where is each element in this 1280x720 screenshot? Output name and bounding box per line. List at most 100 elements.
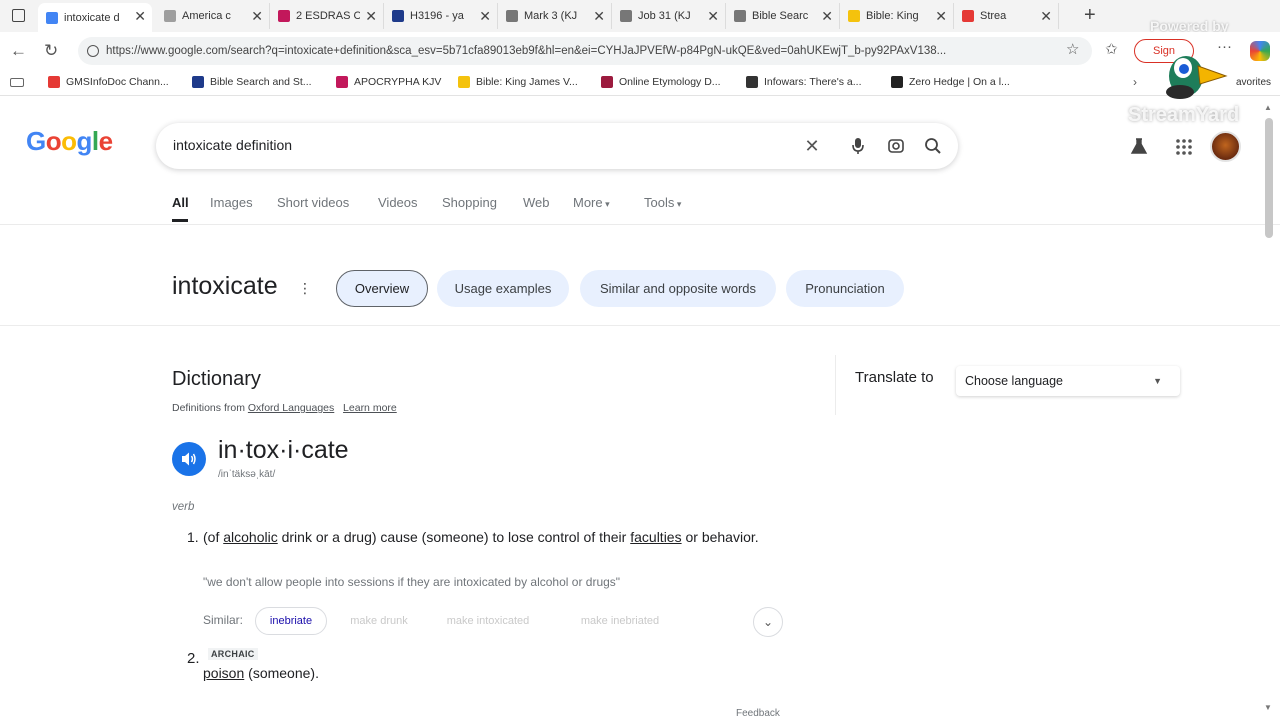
close-tab-icon[interactable]: ✕ — [935, 8, 947, 25]
bookmark-item[interactable]: Infowars: There's a... — [746, 76, 862, 88]
browser-tab[interactable]: 2 ESDRAS C ✕ — [270, 3, 384, 29]
bookmark-item[interactable]: GMSInfoDoc Chann... — [48, 76, 169, 88]
browser-tab[interactable]: Bible Searc ✕ — [726, 3, 840, 29]
language-select[interactable]: Choose language ▼ — [956, 366, 1180, 396]
browser-tab[interactable]: H3196 - ya ✕ — [384, 3, 498, 29]
close-tab-icon[interactable]: ✕ — [479, 8, 491, 25]
lens-icon[interactable] — [886, 136, 906, 156]
synonym-chip[interactable]: inebriate — [255, 607, 327, 635]
close-tab-icon[interactable]: ✕ — [134, 8, 146, 25]
bookmark-item[interactable]: Zero Hedge | On a l... — [891, 76, 1010, 88]
other-favorites-label[interactable]: avorites — [1236, 77, 1271, 88]
chip-overview[interactable]: Overview — [336, 270, 428, 307]
word-title: intoxicate — [172, 272, 278, 300]
scroll-down-icon[interactable]: ▼ — [1264, 703, 1272, 712]
def-text-part: drink or a drug) cause (someone) to lose… — [277, 529, 631, 545]
close-tab-icon[interactable]: ✕ — [251, 8, 263, 25]
browser-tab[interactable]: Strea ✕ — [954, 3, 1059, 29]
tab-title: Bible: King — [866, 10, 919, 22]
faculties-link[interactable]: faculties — [630, 529, 681, 545]
bookmark-star-icon[interactable]: ☆ — [1066, 40, 1079, 58]
filter-tab-shopping[interactable]: Shopping — [442, 195, 497, 210]
close-tab-icon[interactable]: ✕ — [593, 8, 605, 25]
part-of-speech: verb — [172, 501, 195, 513]
scroll-up-icon[interactable]: ▲ — [1264, 103, 1272, 112]
filter-tab-short-videos[interactable]: Short videos — [277, 195, 349, 210]
close-tab-icon[interactable]: ✕ — [821, 8, 833, 25]
bookmark-item[interactable]: Bible Search and St... — [192, 76, 312, 88]
filter-tab-tools[interactable]: Tools ▾ — [644, 195, 681, 210]
tab-actions-icon[interactable] — [12, 9, 25, 22]
filter-tab-videos[interactable]: Videos — [378, 195, 418, 210]
chip-pronunciation[interactable]: Pronunciation — [786, 270, 904, 307]
site-info-icon[interactable] — [87, 45, 99, 57]
streamyard-watermark: StreamYard — [1128, 104, 1240, 126]
filter-tab-web[interactable]: Web — [523, 195, 550, 210]
favorites-icon[interactable]: ✩ — [1105, 40, 1118, 58]
address-bar[interactable]: https://www.google.com/search?q=intoxica… — [78, 37, 1092, 65]
definition-number: 2. — [187, 650, 200, 667]
expand-definition-button[interactable]: ⌄ — [753, 607, 783, 637]
browser-tab[interactable]: intoxicate d ✕ — [38, 3, 152, 32]
browser-tab[interactable]: Mark 3 (KJ ✕ — [498, 3, 612, 29]
filter-label: Tools — [644, 195, 675, 210]
search-icon[interactable] — [923, 136, 943, 156]
bookmark-favicon-icon — [192, 76, 204, 88]
synonym-chip[interactable]: make drunk — [340, 607, 418, 635]
filter-tab-all[interactable]: All — [172, 195, 189, 210]
copilot-icon[interactable] — [1250, 41, 1270, 61]
phonetic-transcription: /inˈtäksəˌkāt/ — [218, 469, 276, 480]
logo-letter: l — [91, 126, 99, 156]
page-scrollbar[interactable] — [1265, 118, 1273, 238]
bookmark-favicon-icon — [601, 76, 613, 88]
filter-tab-more[interactable]: More ▾ — [573, 195, 610, 210]
tab-favicon-icon — [278, 10, 290, 22]
logo-letter: o — [45, 126, 62, 156]
reload-icon[interactable]: ↻ — [44, 41, 58, 61]
account-avatar[interactable] — [1210, 131, 1241, 162]
google-logo[interactable]: Google — [26, 126, 113, 157]
bookmark-item[interactable]: Bible: King James V... — [458, 76, 578, 88]
browser-tab[interactable]: Job 31 (KJ ✕ — [612, 3, 726, 29]
tab-title: Job 31 (KJ — [638, 10, 691, 22]
browser-tab[interactable]: Bible: King ✕ — [840, 3, 954, 29]
filter-tab-images[interactable]: Images — [210, 195, 253, 210]
chip-similar-and-opposite-words[interactable]: Similar and opposite words — [580, 270, 776, 307]
poison-link[interactable]: poison — [203, 665, 244, 681]
close-tab-icon[interactable]: ✕ — [707, 8, 719, 25]
back-icon[interactable]: ← — [10, 41, 27, 61]
url-text: https://www.google.com/search?q=intoxica… — [106, 45, 947, 57]
bookmark-item[interactable]: Online Etymology D... — [601, 76, 721, 88]
tab-favicon-icon — [848, 10, 860, 22]
oxford-languages-link[interactable]: Oxford Languages — [248, 402, 334, 414]
tab-favicon-icon — [164, 10, 176, 22]
learn-more-link[interactable]: Learn more — [343, 402, 397, 414]
bookmark-item[interactable]: APOCRYPHA KJV — [336, 76, 441, 88]
close-tab-icon[interactable]: ✕ — [365, 8, 377, 25]
clear-search-icon[interactable]: ✕ — [802, 136, 822, 156]
microphone-icon[interactable] — [848, 136, 868, 156]
feedback-link[interactable]: Feedback — [736, 708, 780, 719]
alcoholic-link[interactable]: alcoholic — [223, 529, 277, 545]
synonym-chip[interactable]: make inebriated — [556, 607, 684, 635]
tab-title: H3196 - ya — [410, 10, 464, 22]
bookmark-favicon-icon — [891, 76, 903, 88]
definition-text: poison (someone). — [203, 662, 319, 684]
panel-separator — [835, 355, 836, 415]
more-bookmarks-chevron-icon[interactable]: › — [1133, 75, 1137, 89]
def-text-part: (someone). — [244, 665, 319, 681]
close-tab-icon[interactable]: ✕ — [1040, 8, 1052, 25]
search-input[interactable]: intoxicate definition — [173, 137, 292, 153]
synonym-chip[interactable]: make intoxicated — [432, 607, 544, 635]
screen: intoxicate d ✕ America c ✕ 2 ESDRAS C ✕ H3196 … — [0, 0, 1280, 720]
apps-grid-icon[interactable] — [1175, 138, 1193, 161]
pronunciation-speaker-button[interactable] — [172, 442, 206, 476]
syllabified-word: in·tox·i·cate — [218, 436, 349, 464]
chip-usage-examples[interactable]: Usage examples — [437, 270, 569, 307]
word-options-icon[interactable]: ⋮ — [298, 280, 312, 297]
bookmarks-menu-icon[interactable] — [10, 78, 24, 87]
browser-tab[interactable]: America c ✕ — [156, 3, 270, 29]
search-box[interactable]: intoxicate definition ✕ — [156, 123, 958, 169]
labs-flask-icon[interactable] — [1130, 137, 1148, 160]
new-tab-icon[interactable]: + — [1084, 4, 1096, 27]
